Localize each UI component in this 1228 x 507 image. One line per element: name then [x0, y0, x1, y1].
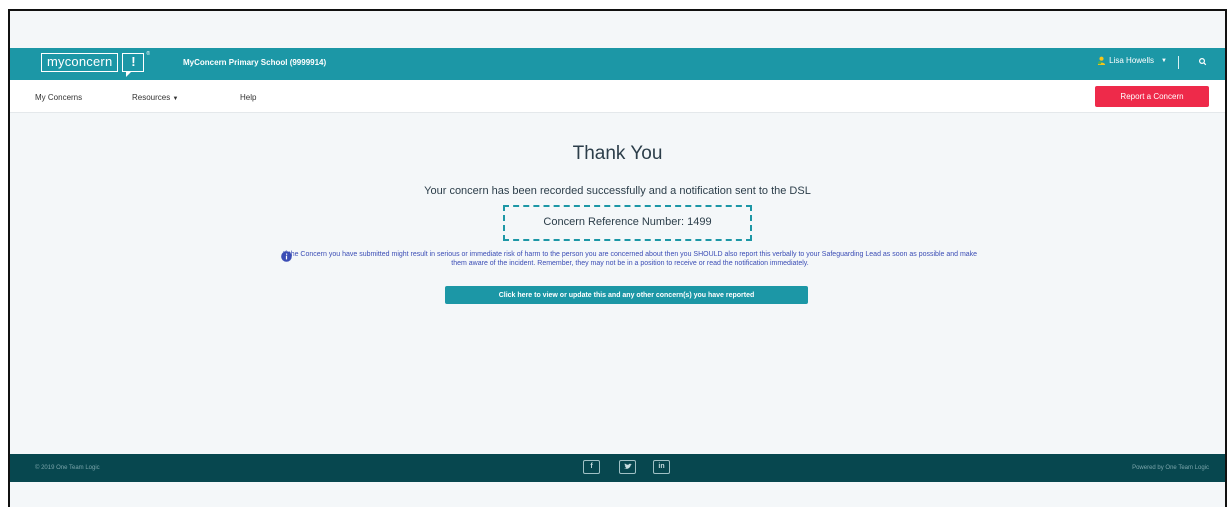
logo-wordmark: myconcern: [41, 52, 119, 72]
nav-bar: My Concerns Resources ▼ Help Report a Co…: [10, 80, 1225, 113]
topbar-divider: [1178, 56, 1179, 69]
footer: © 2019 One Team Logic f in Powered by On…: [10, 454, 1225, 482]
user-name: Lisa Howells: [1109, 56, 1155, 65]
powered-by-text: Powered by One Team Logic: [1132, 465, 1209, 471]
nav-help[interactable]: Help: [240, 93, 256, 102]
school-name: MyConcern Primary School (9999914): [183, 58, 327, 67]
top-bar: myconcern ! ® MyConcern Primary School (…: [10, 48, 1225, 80]
nav-resources-label: Resources: [132, 93, 171, 102]
app-window: myconcern ! ® MyConcern Primary School (…: [8, 9, 1227, 507]
concern-reference-box: Concern Reference Number: 1499: [503, 205, 752, 241]
twitter-icon[interactable]: [619, 460, 636, 474]
nav-resources[interactable]: Resources ▼: [132, 93, 178, 102]
facebook-icon[interactable]: f: [583, 460, 600, 474]
search-icon[interactable]: [1197, 56, 1209, 68]
caret-down-icon: ▼: [172, 96, 179, 102]
logo-speech-icon: !: [122, 52, 145, 77]
linkedin-icon[interactable]: in: [653, 460, 670, 474]
report-concern-button[interactable]: Report a Concern: [1095, 86, 1209, 107]
user-icon: [1098, 56, 1106, 65]
view-concerns-button[interactable]: Click here to view or update this and an…: [445, 286, 808, 304]
user-menu[interactable]: Lisa Howells ▼: [1097, 56, 1167, 65]
logo-trademark: ®: [146, 51, 151, 57]
nav-my-concerns[interactable]: My Concerns: [35, 93, 82, 102]
confirmation-message: Your concern has been recorded successfu…: [424, 185, 811, 197]
page-title: Thank You: [572, 143, 663, 164]
confirmation-panel: Thank You Your concern has been recorded…: [10, 114, 1225, 454]
copyright-text: © 2019 One Team Logic: [35, 465, 100, 471]
chevron-down-icon: ▼: [1161, 57, 1167, 64]
safeguarding-warning: If the Concern you have submitted might …: [282, 251, 978, 267]
twitter-bird-icon: [623, 462, 632, 469]
myconcern-logo[interactable]: myconcern ! ®: [41, 51, 151, 77]
